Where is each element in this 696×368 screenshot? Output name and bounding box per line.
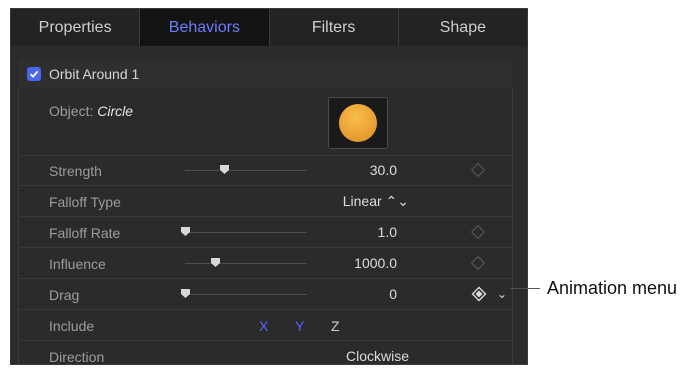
tab-behaviors[interactable]: Behaviors xyxy=(140,9,270,46)
keyframe-icon[interactable] xyxy=(470,224,486,240)
slider-thumb-icon[interactable] xyxy=(181,289,190,298)
slider-thumb-icon[interactable] xyxy=(220,165,229,174)
drag-slider[interactable] xyxy=(181,289,307,298)
tab-properties[interactable]: Properties xyxy=(11,9,141,46)
behavior-params: Object: Circle Strength 30.0 Falloff Typ… xyxy=(18,89,513,365)
influence-slider[interactable] xyxy=(185,258,307,267)
drag-value[interactable]: 0 xyxy=(389,286,397,302)
strength-value[interactable]: 30.0 xyxy=(370,162,397,178)
influence-value[interactable]: 1000.0 xyxy=(354,255,397,271)
axis-y-toggle[interactable]: Y xyxy=(295,318,304,334)
param-label: Falloff Rate xyxy=(49,225,121,241)
param-label: Influence xyxy=(49,256,106,272)
object-label: Object: Circle xyxy=(49,103,133,119)
param-row-influence: Influence 1000.0 xyxy=(19,248,512,279)
falloff-type-dropdown[interactable]: Linear ⌃⌄ xyxy=(319,193,409,210)
param-label: Drag xyxy=(49,287,80,303)
inspector-tabs: Properties Behaviors Filters Shape xyxy=(11,9,527,46)
param-label: Falloff Type xyxy=(49,194,121,210)
falloff-rate-slider[interactable] xyxy=(181,227,307,236)
direction-dropdown[interactable]: Clockwise ⌃⌄ xyxy=(319,348,409,364)
axis-z-toggle[interactable]: Z xyxy=(331,318,340,334)
param-row-include: Include X Y Z xyxy=(19,310,512,341)
circle-thumbnail xyxy=(339,104,377,142)
param-label: Include xyxy=(49,318,95,334)
tab-filters[interactable]: Filters xyxy=(270,9,399,46)
tab-shape[interactable]: Shape xyxy=(399,9,527,46)
behavior-header: Orbit Around 1 xyxy=(18,59,513,89)
behavior-title: Orbit Around 1 xyxy=(49,66,140,82)
inspector-panel: Properties Behaviors Filters Shape Orbit… xyxy=(10,8,528,365)
object-well[interactable] xyxy=(328,97,388,149)
callout-line xyxy=(510,288,540,289)
falloff-rate-value[interactable]: 1.0 xyxy=(378,224,397,240)
strength-slider[interactable] xyxy=(185,165,307,174)
animation-menu-callout: Animation menu xyxy=(547,278,678,298)
param-row-falloff-rate: Falloff Rate 1.0 xyxy=(19,217,512,248)
param-label: Strength xyxy=(49,163,102,179)
param-row-direction: Direction Clockwise ⌃⌄ xyxy=(19,341,512,365)
slider-thumb-icon[interactable] xyxy=(181,227,190,236)
param-row-strength: Strength 30.0 xyxy=(19,155,512,186)
object-value: Circle xyxy=(97,103,134,119)
object-label-text: Object: xyxy=(49,103,94,119)
keyframe-icon[interactable] xyxy=(470,255,486,271)
chevron-down-icon[interactable]: ⌄ xyxy=(497,287,507,301)
axis-x-toggle[interactable]: X xyxy=(259,318,268,334)
enable-checkbox[interactable] xyxy=(27,67,41,81)
slider-thumb-icon[interactable] xyxy=(211,258,220,267)
param-row-drag: Drag 0 ⌄ xyxy=(19,279,512,310)
checkmark-icon xyxy=(29,70,39,78)
param-label: Direction xyxy=(49,349,105,365)
object-row: Object: Circle xyxy=(19,89,512,156)
param-row-falloff-type: Falloff Type Linear ⌃⌄ xyxy=(19,186,512,217)
keyframe-icon[interactable] xyxy=(470,162,486,178)
animation-keyframe-icon[interactable] xyxy=(471,286,487,302)
